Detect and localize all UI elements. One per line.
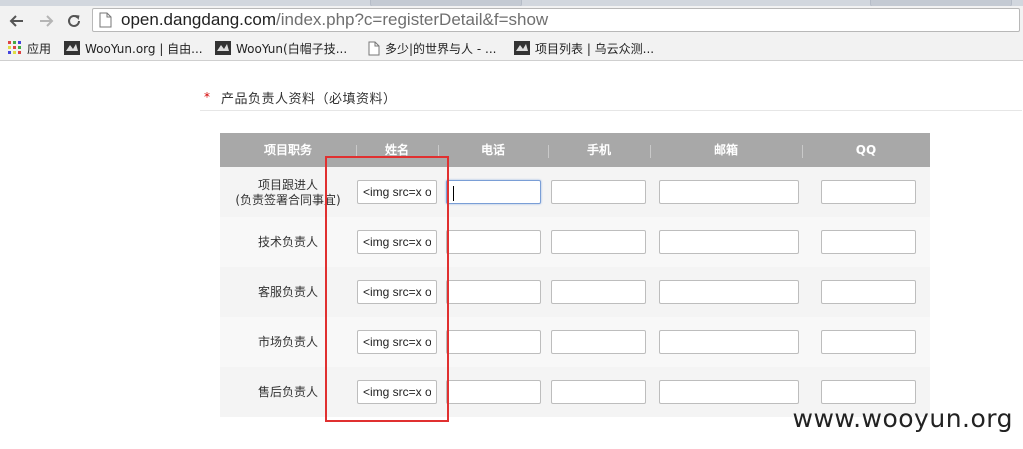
required-mark: * — [204, 90, 210, 104]
email-input[interactable] — [659, 280, 799, 304]
col-divider — [548, 145, 549, 158]
browser-toolbar: open.dangdang.com/index.php?c=registerDe… — [0, 6, 1023, 36]
mobile-input[interactable] — [551, 180, 646, 204]
bookmark-label: 应用 — [27, 41, 52, 56]
bookmark-apps[interactable]: 应用 — [8, 39, 51, 57]
wooyun-icon — [215, 41, 231, 55]
email-input[interactable] — [659, 380, 799, 404]
reload-button[interactable] — [63, 10, 85, 32]
mobile-input[interactable] — [551, 330, 646, 354]
section-title: 产品负责人资料（必填资料） — [221, 92, 397, 107]
page-icon — [368, 41, 380, 56]
back-button[interactable] — [6, 10, 28, 32]
qq-input[interactable] — [821, 380, 916, 404]
bookmark-label: 项目列表 | 乌云众测... — [535, 41, 655, 56]
page-icon — [99, 12, 112, 32]
mobile-input[interactable] — [551, 230, 646, 254]
bookmark-label: WooYun(白帽子技... — [236, 41, 348, 56]
reload-icon — [68, 14, 80, 27]
phone-input[interactable] — [446, 330, 541, 354]
phone-input[interactable] — [446, 230, 541, 254]
apps-grid-icon — [8, 41, 22, 55]
text-caret — [453, 186, 454, 201]
col-header-email: 邮箱 — [713, 143, 738, 157]
wooyun-icon — [64, 41, 80, 55]
bookmark-wooyun-whitehat[interactable]: WooYun(白帽子技... — [215, 39, 347, 57]
col-divider — [802, 145, 803, 158]
col-header-phone: 电话 — [480, 143, 505, 157]
qq-input[interactable] — [821, 330, 916, 354]
bookmark-label: 多少|的世界与人 - ... — [385, 41, 497, 56]
bookmark-label: WooYun.org | 自由... — [85, 41, 203, 56]
col-header-qq: QQ — [855, 143, 877, 157]
mobile-input[interactable] — [551, 380, 646, 404]
phone-input[interactable] — [446, 180, 541, 204]
col-divider — [650, 145, 651, 158]
address-bar[interactable]: open.dangdang.com/index.php?c=registerDe… — [92, 8, 1020, 32]
annotation-highlight-box — [325, 156, 449, 422]
back-arrow-icon — [9, 15, 23, 27]
qq-input[interactable] — [821, 180, 916, 204]
email-input[interactable] — [659, 180, 799, 204]
url-text: open.dangdang.com/index.php?c=registerDe… — [121, 9, 548, 31]
mobile-input[interactable] — [551, 280, 646, 304]
bookmarks-bar: 应用 WooYun.org | 自由... WooYun(白帽子技... 多少|… — [0, 36, 1023, 61]
section-header: * 产品负责人资料（必填资料） — [200, 86, 1022, 111]
qq-input[interactable] — [821, 230, 916, 254]
url-host: open.dangdang.com — [121, 10, 277, 29]
bookmark-world-people[interactable]: 多少|的世界与人 - ... — [368, 39, 496, 57]
url-path: /index.php?c=registerDetail&f=show — [276, 10, 549, 29]
phone-input[interactable] — [446, 280, 541, 304]
phone-input[interactable] — [446, 380, 541, 404]
bookmark-wooyun-org[interactable]: WooYun.org | 自由... — [64, 39, 203, 57]
qq-input[interactable] — [821, 280, 916, 304]
col-header-mobile: 手机 — [586, 143, 611, 157]
forward-button[interactable] — [35, 10, 57, 32]
wooyun-icon — [514, 41, 530, 55]
watermark: www.wooyun.org — [792, 404, 1013, 433]
bookmark-project-list[interactable]: 项目列表 | 乌云众测... — [514, 39, 654, 57]
forward-arrow-icon — [40, 15, 54, 27]
email-input[interactable] — [659, 230, 799, 254]
email-input[interactable] — [659, 330, 799, 354]
